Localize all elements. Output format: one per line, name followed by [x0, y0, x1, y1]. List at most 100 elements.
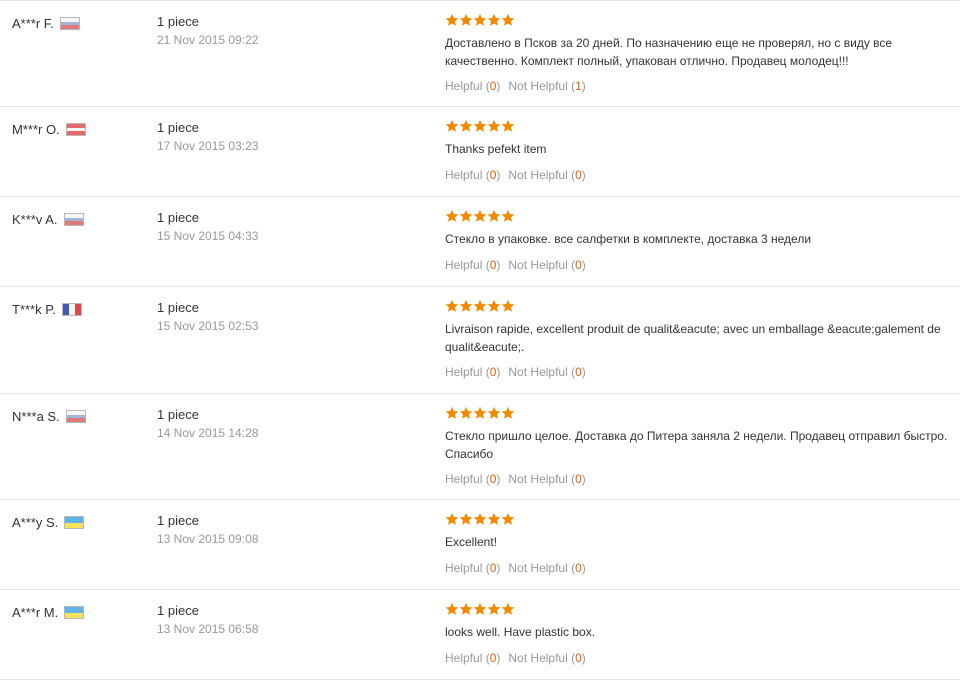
star-icon	[473, 119, 487, 133]
star-icon	[487, 512, 501, 526]
buyer-info: A***r F.	[12, 16, 80, 31]
star-icon	[501, 119, 515, 133]
not-helpful-count: 1	[575, 79, 582, 93]
review-date: 15 Nov 2015 02:53	[157, 319, 259, 333]
review-item: T***k P. 1 piece 15 Nov 2015 02:53 Livra…	[0, 287, 960, 394]
review-text: Thanks pefekt item	[445, 142, 547, 156]
not-helpful-button[interactable]: Not Helpful (1)	[508, 79, 585, 93]
review-content: looks well. Have plastic box. Helpful (0…	[445, 602, 950, 666]
helpful-label: Helpful	[445, 79, 483, 93]
not-helpful-label: Not Helpful	[508, 560, 568, 575]
star-icon	[501, 602, 515, 616]
order-quantity: 1 piece	[157, 120, 199, 135]
review-date: 13 Nov 2015 06:58	[157, 622, 259, 636]
helpful-count: 0	[489, 560, 497, 575]
not-helpful-count: 0	[575, 560, 582, 575]
star-icon	[445, 406, 459, 420]
star-icon	[473, 602, 487, 616]
order-info: 1 piece 17 Nov 2015 03:23	[157, 120, 258, 154]
review-text: Стекло пришло целое. Доставка до Питера …	[445, 429, 948, 461]
buyer-info: N***a S.	[12, 409, 86, 424]
review-list: A***r F. 1 piece 21 Nov 2015 09:22 Доста…	[0, 0, 960, 680]
buyer-name: M***r O.	[12, 122, 60, 137]
order-info: 1 piece 21 Nov 2015 09:22	[157, 14, 258, 48]
buyer-name: T***k P.	[12, 302, 56, 317]
star-rating	[445, 299, 950, 313]
at-flag-icon	[65, 123, 86, 136]
buyer-info: K***v A.	[12, 212, 84, 227]
review-text: Доставлено в Псков за 20 дней. По назнач…	[445, 36, 893, 68]
helpful-button[interactable]: Helpful (0)	[445, 472, 500, 486]
ua-flag-icon	[64, 516, 85, 529]
ua-flag-icon	[64, 606, 85, 619]
star-icon	[459, 602, 473, 616]
star-icon	[459, 13, 473, 27]
fr-flag-icon	[61, 303, 82, 316]
vote-bar: Helpful (0) Not Helpful (0)	[445, 365, 950, 380]
not-helpful-button[interactable]: Not Helpful (0)	[508, 168, 585, 182]
star-icon	[487, 299, 501, 313]
star-icon	[459, 119, 473, 133]
helpful-count: 0	[489, 365, 497, 379]
star-rating	[445, 512, 950, 526]
not-helpful-label: Not Helpful	[508, 79, 568, 93]
star-rating	[445, 209, 950, 223]
helpful-button[interactable]: Helpful (0)	[445, 365, 500, 379]
helpful-button[interactable]: Helpful (0)	[445, 79, 500, 93]
star-icon	[501, 13, 515, 27]
ru-flag-icon	[65, 410, 86, 423]
not-helpful-button[interactable]: Not Helpful (0)	[508, 365, 585, 379]
helpful-count: 0	[489, 79, 497, 93]
buyer-name: N***a S.	[12, 409, 60, 424]
star-icon	[487, 13, 501, 27]
star-icon	[459, 299, 473, 313]
buyer-info: A***y S.	[12, 515, 85, 530]
helpful-button[interactable]: Helpful (0)	[445, 651, 500, 665]
review-content: Excellent! Helpful (0) Not Helpful (0)	[445, 512, 950, 576]
ru-flag-icon	[63, 213, 84, 226]
star-icon	[501, 512, 515, 526]
star-icon	[473, 209, 487, 223]
review-date: 13 Nov 2015 09:08	[157, 532, 259, 546]
buyer-name: A***y S.	[12, 515, 59, 530]
order-quantity: 1 piece	[157, 300, 199, 315]
star-rating	[445, 119, 950, 133]
review-text: looks well. Have plastic box.	[445, 625, 596, 639]
buyer-info: M***r O.	[12, 122, 86, 137]
order-quantity: 1 piece	[157, 603, 199, 618]
star-icon	[445, 13, 459, 27]
star-icon	[445, 602, 459, 616]
ru-flag-icon	[59, 17, 80, 30]
review-text: Excellent!	[445, 535, 498, 549]
review-content: Доставлено в Псков за 20 дней. По назнач…	[445, 13, 950, 94]
not-helpful-button[interactable]: Not Helpful (0)	[508, 561, 585, 575]
order-info: 1 piece 13 Nov 2015 06:58	[157, 603, 258, 637]
star-icon	[473, 299, 487, 313]
review-content: Стекло пришло целое. Доставка до Питера …	[445, 406, 950, 487]
helpful-count: 0	[489, 650, 497, 665]
star-icon	[473, 512, 487, 526]
star-icon	[487, 119, 501, 133]
not-helpful-count: 0	[575, 650, 582, 665]
vote-bar: Helpful (0) Not Helpful (0)	[445, 561, 950, 576]
review-date: 15 Nov 2015 04:33	[157, 229, 259, 243]
star-icon	[487, 209, 501, 223]
helpful-button[interactable]: Helpful (0)	[445, 258, 500, 272]
not-helpful-button[interactable]: Not Helpful (0)	[508, 472, 585, 486]
star-rating	[445, 13, 950, 27]
review-content: Thanks pefekt item Helpful (0) Not Helpfu…	[445, 119, 950, 183]
buyer-info: T***k P.	[12, 302, 82, 317]
order-info: 1 piece 15 Nov 2015 04:33	[157, 210, 258, 244]
helpful-button[interactable]: Helpful (0)	[445, 561, 500, 575]
star-icon	[501, 406, 515, 420]
review-date: 14 Nov 2015 14:28	[157, 426, 259, 440]
review-item: A***r M. 1 piece 13 Nov 2015 06:58 looks…	[0, 590, 960, 680]
order-info: 1 piece 14 Nov 2015 14:28	[157, 407, 258, 441]
order-info: 1 piece 13 Nov 2015 09:08	[157, 513, 258, 547]
helpful-count: 0	[489, 472, 497, 486]
not-helpful-button[interactable]: Not Helpful (0)	[508, 258, 585, 272]
review-date: 21 Nov 2015 09:22	[157, 33, 259, 47]
not-helpful-button[interactable]: Not Helpful (0)	[508, 651, 585, 665]
not-helpful-label: Not Helpful	[508, 167, 568, 182]
helpful-button[interactable]: Helpful (0)	[445, 168, 500, 182]
